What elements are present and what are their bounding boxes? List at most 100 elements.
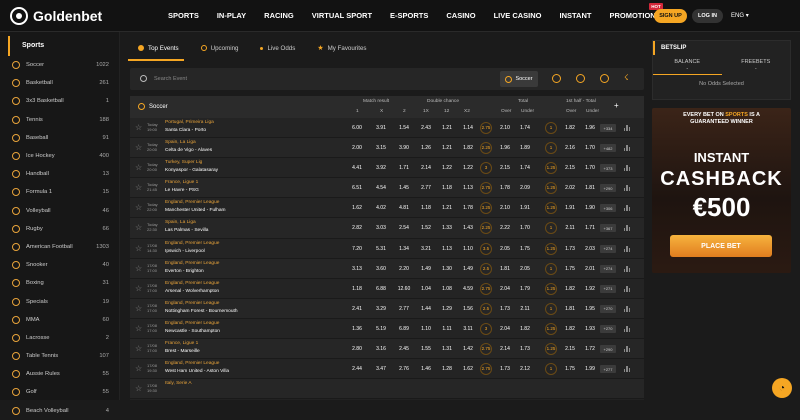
odd-button[interactable]: 1.08 [438,286,456,292]
odd-button[interactable]: 4.02 [372,205,390,211]
odd-button[interactable]: 1.75 [561,366,579,372]
odd-button[interactable]: 1.36 [348,326,366,332]
odd-button[interactable]: 1.10 [417,326,435,332]
odd-button[interactable]: 1.55 [417,346,435,352]
nav-instant[interactable]: INSTANT [560,11,592,20]
favourite-star-icon[interactable]: ☆ [135,324,142,333]
event-league[interactable]: Italy, Serie A [165,381,192,387]
odd-button[interactable]: 6.89 [395,326,413,332]
odd-button[interactable]: 2.15 [561,346,579,352]
favourite-star-icon[interactable]: ☆ [135,183,142,192]
tennis-icon[interactable] [576,74,585,83]
search-input[interactable]: Search Event [154,76,187,82]
sidebar-item-table-tennis[interactable]: Table Tennis 107 [0,347,119,365]
favourite-star-icon[interactable]: ☆ [135,223,142,232]
odd-button[interactable]: 4.41 [348,165,366,171]
more-markets-button[interactable]: +274 [600,264,616,273]
odd-button[interactable]: 1.82 [459,145,477,151]
odd-button[interactable]: 2.82 [348,225,366,231]
odd-button[interactable]: 1.33 [438,225,456,231]
odd-button[interactable]: 2.12 [516,366,534,372]
favourite-star-icon[interactable]: ☆ [135,384,142,393]
odd-button[interactable]: 1.78 [496,185,514,191]
odd-button[interactable]: 2.41 [348,306,366,312]
nav-sports[interactable]: SPORTS [168,11,199,20]
sidebar-item-mma[interactable]: MMA 60 [0,311,119,329]
odd-button[interactable]: 1.73 [496,366,514,372]
favourite-star-icon[interactable]: ☆ [135,123,142,132]
favourite-star-icon[interactable]: ☆ [135,163,142,172]
login-button[interactable]: LOG IN [692,9,723,23]
sidebar-item-soccer[interactable]: Soccer 1022 [0,56,119,74]
odd-button[interactable]: 3.15 [372,145,390,151]
stats-icon[interactable] [624,224,630,232]
tab-upcoming[interactable]: Upcoming [200,44,238,52]
odd-button[interactable]: 2.02 [561,185,579,191]
odd-button[interactable]: 3.11 [459,326,477,332]
nav-virtual-sport[interactable]: VIRTUAL SPORT [312,11,372,20]
event-league[interactable]: England, Premier League [165,281,219,287]
odd-button[interactable]: 1.73 [516,346,534,352]
odd-button[interactable]: 2.14 [496,346,514,352]
event-teams[interactable]: West Ham United - Aston Villa [165,369,229,374]
event-league[interactable]: France, Ligue 1 [165,341,198,347]
event-teams[interactable]: Ipswich - Liverpool [165,249,205,254]
odd-button[interactable]: 2.54 [395,225,413,231]
odd-button[interactable]: 5.31 [372,246,390,252]
odd-button[interactable]: 1.22 [438,165,456,171]
odd-button[interactable]: 1.49 [459,266,477,272]
nav-e-sports[interactable]: E-SPORTS [390,11,428,20]
odd-button[interactable]: 1.70 [581,165,599,171]
odd-button[interactable]: 1.96 [496,145,514,151]
odd-button[interactable]: 2.05 [516,266,534,272]
odd-button[interactable]: 2.10 [496,205,514,211]
odd-button[interactable]: 1.70 [516,225,534,231]
stats-icon[interactable] [624,365,630,373]
odd-button[interactable]: 1.43 [459,225,477,231]
language-select[interactable]: ENG ▾ [731,12,749,19]
more-markets-button[interactable]: +290 [600,345,616,354]
odd-button[interactable]: 5.19 [372,326,390,332]
odd-button[interactable]: 6.51 [348,185,366,191]
sidebar-item-lacrosse[interactable]: Lacrosse 2 [0,329,119,347]
sidebar-item-formula-1[interactable]: Formula 1 15 [0,183,119,201]
odd-button[interactable]: 4.54 [372,185,390,191]
odd-button[interactable]: 1.81 [561,306,579,312]
sidebar-item-ice-hockey[interactable]: Ice Hockey 400 [0,147,119,165]
favourite-star-icon[interactable]: ☆ [135,264,142,273]
event-teams[interactable]: Brest - Marseille [165,349,200,354]
event-league[interactable]: Turkey, Super Lig [165,160,202,166]
signup-button[interactable]: SIGN UP [654,9,687,23]
event-teams[interactable]: Newcastle - Southampton [165,329,220,334]
balance-tab[interactable]: BALANCE - [653,55,722,75]
odd-button[interactable]: 2.15 [561,165,579,171]
odd-button[interactable]: 2.45 [395,346,413,352]
sidebar-item-snooker[interactable]: Snooker 40 [0,256,119,274]
event-league[interactable]: Portugal, Primeira Liga [165,120,214,126]
favourite-star-icon[interactable]: ☆ [135,244,142,253]
sport-filter-soccer[interactable]: Soccer [500,71,538,87]
odd-button[interactable]: 3.91 [372,125,390,131]
add-market-icon[interactable]: + [614,101,619,110]
odd-button[interactable]: 2.01 [581,266,599,272]
odd-button[interactable]: 1.21 [438,145,456,151]
odd-button[interactable]: 1.18 [417,205,435,211]
event-teams[interactable]: Konyaspor - Galatasaray [165,168,218,173]
odd-button[interactable]: 1.79 [516,286,534,292]
event-teams[interactable]: Celta de Vigo - Alaves [165,148,212,153]
odd-button[interactable]: 1.78 [459,205,477,211]
stats-icon[interactable] [624,285,630,292]
sidebar-item-handball[interactable]: Handball 13 [0,165,119,183]
odd-button[interactable]: 1.29 [438,306,456,312]
odd-button[interactable]: 2.11 [516,306,534,312]
odd-button[interactable]: 1.70 [581,145,599,151]
odd-button[interactable]: 1.46 [417,366,435,372]
sidebar-item-rugby[interactable]: Rugby 66 [0,220,119,238]
odd-button[interactable]: 3.13 [348,266,366,272]
more-markets-button[interactable]: +367 [600,224,616,233]
tab-my-favourites[interactable]: ★ My Favourites [317,44,366,53]
odd-button[interactable]: 4.59 [459,286,477,292]
event-league[interactable]: England, Premier League [165,241,219,247]
odd-button[interactable]: 2.11 [561,225,579,231]
more-markets-button[interactable]: +271 [600,284,616,293]
